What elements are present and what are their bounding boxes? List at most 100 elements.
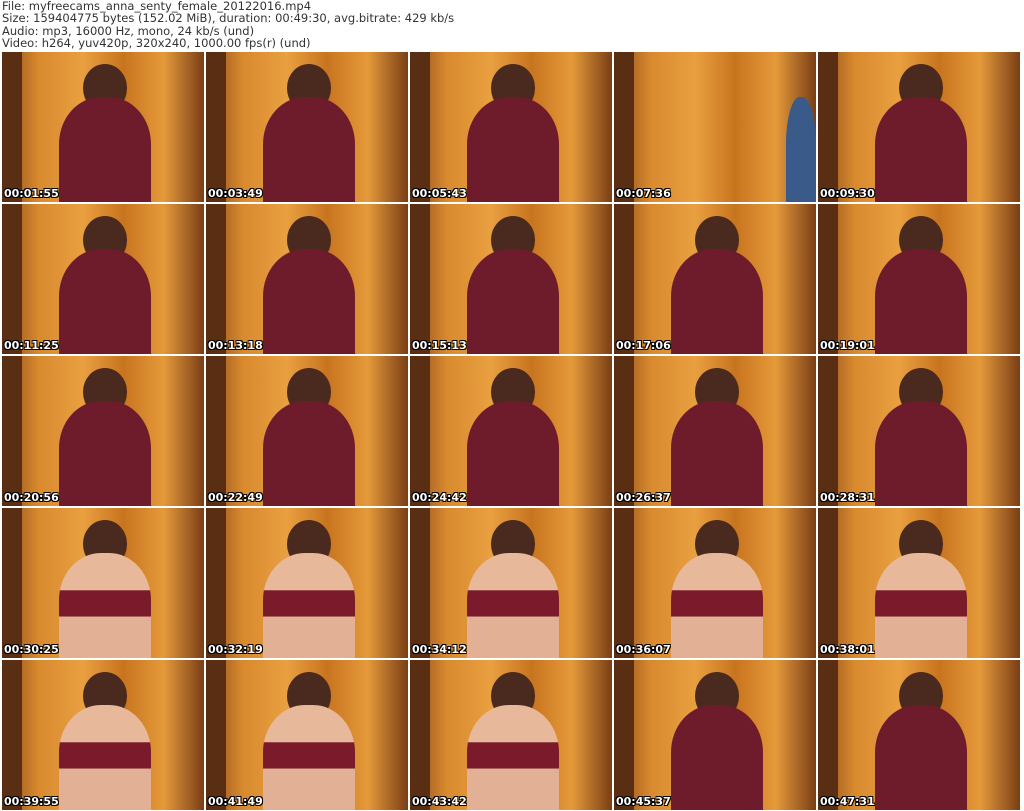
figure-shape — [874, 401, 968, 506]
timestamp: 00:30:25 — [4, 643, 59, 656]
shelf — [818, 204, 838, 354]
timestamp: 00:07:36 — [616, 187, 671, 200]
video-thumbnail[interactable]: 00:07:36 — [614, 52, 816, 202]
timestamp: 00:03:49 — [208, 187, 263, 200]
file-info: File: myfreecams_anna_senty_female_20122… — [2, 0, 454, 50]
figure-shape — [466, 553, 560, 658]
timestamp: 00:24:42 — [412, 491, 467, 504]
video-thumbnail[interactable]: 00:36:07 — [614, 508, 816, 658]
figure-shape — [670, 401, 764, 506]
video-thumbnail[interactable]: 00:47:31 — [818, 660, 1020, 810]
shelf — [614, 52, 634, 202]
shelf — [2, 52, 22, 202]
shelf — [206, 508, 226, 658]
figure-shape — [262, 705, 356, 810]
video-thumbnail[interactable]: 00:45:37 — [614, 660, 816, 810]
timestamp: 00:45:37 — [616, 795, 671, 808]
figure-shape — [874, 705, 968, 810]
video-thumbnail[interactable]: 00:34:12 — [410, 508, 612, 658]
figure-shape — [670, 705, 764, 810]
figure-shape — [58, 705, 152, 810]
figure-shape — [262, 97, 356, 202]
timestamp: 00:01:55 — [4, 187, 59, 200]
shelf — [410, 356, 430, 506]
figure-shape — [58, 401, 152, 506]
timestamp: 00:32:19 — [208, 643, 263, 656]
video-thumbnail[interactable]: 00:17:06 — [614, 204, 816, 354]
video-thumbnail[interactable]: 00:41:49 — [206, 660, 408, 810]
figure-shape — [466, 705, 560, 810]
timestamp: 00:47:31 — [820, 795, 875, 808]
timestamp: 00:11:25 — [4, 339, 59, 352]
timestamp: 00:41:49 — [208, 795, 263, 808]
video-thumbnail[interactable]: 00:20:56 — [2, 356, 204, 506]
timestamp: 00:19:01 — [820, 339, 875, 352]
video-thumbnail[interactable]: 00:28:31 — [818, 356, 1020, 506]
shelf — [206, 660, 226, 810]
figure-shape — [670, 249, 764, 354]
shelf — [2, 508, 22, 658]
video-thumbnail[interactable]: 00:13:18 — [206, 204, 408, 354]
shelf — [2, 660, 22, 810]
shelf — [410, 52, 430, 202]
video-thumbnail[interactable]: 00:11:25 — [2, 204, 204, 354]
shelf — [614, 356, 634, 506]
shelf — [614, 204, 634, 354]
video-thumbnail[interactable]: 00:39:55 — [2, 660, 204, 810]
figure-shape — [874, 249, 968, 354]
shelf — [614, 508, 634, 658]
figure-shape — [466, 401, 560, 506]
file-size: Size: 159404775 bytes (152.02 MiB), dura… — [2, 11, 455, 26]
timestamp: 00:39:55 — [4, 795, 59, 808]
figure-shape — [785, 97, 816, 202]
figure-shape — [874, 97, 968, 202]
timestamp: 00:17:06 — [616, 339, 671, 352]
video-info: Video: h264, yuv420p, 320x240, 1000.00 f… — [2, 36, 311, 51]
video-thumbnail[interactable]: 00:24:42 — [410, 356, 612, 506]
figure-shape — [874, 553, 968, 658]
shelf — [206, 52, 226, 202]
video-thumbnail[interactable]: 00:19:01 — [818, 204, 1020, 354]
shelf — [818, 660, 838, 810]
timestamp: 00:36:07 — [616, 643, 671, 656]
video-thumbnail[interactable]: 00:32:19 — [206, 508, 408, 658]
video-thumbnail[interactable]: 00:30:25 — [2, 508, 204, 658]
timestamp: 00:28:31 — [820, 491, 875, 504]
timestamp: 00:34:12 — [412, 643, 467, 656]
shelf — [818, 356, 838, 506]
timestamp: 00:26:37 — [616, 491, 671, 504]
figure-shape — [466, 249, 560, 354]
shelf — [206, 356, 226, 506]
video-thumbnail[interactable]: 00:43:42 — [410, 660, 612, 810]
figure-shape — [58, 553, 152, 658]
video-thumbnail[interactable]: 00:15:13 — [410, 204, 612, 354]
video-thumbnail[interactable]: 00:03:49 — [206, 52, 408, 202]
video-thumbnail[interactable]: 00:38:01 — [818, 508, 1020, 658]
timestamp: 00:22:49 — [208, 491, 263, 504]
video-thumbnail[interactable]: 00:01:55 — [2, 52, 204, 202]
video-thumbnail[interactable]: 00:05:43 — [410, 52, 612, 202]
figure-shape — [58, 97, 152, 202]
shelf — [206, 204, 226, 354]
figure-shape — [262, 249, 356, 354]
video-thumbnail[interactable]: 00:09:30 — [818, 52, 1020, 202]
timestamp: 00:38:01 — [820, 643, 875, 656]
timestamp: 00:20:56 — [4, 491, 59, 504]
figure-shape — [262, 401, 356, 506]
timestamp: 00:43:42 — [412, 795, 467, 808]
video-thumbnail[interactable]: 00:26:37 — [614, 356, 816, 506]
video-thumbnail[interactable]: 00:22:49 — [206, 356, 408, 506]
timestamp: 00:05:43 — [412, 187, 467, 200]
shelf — [410, 660, 430, 810]
shelf — [614, 660, 634, 810]
figure-shape — [58, 249, 152, 354]
timestamp: 00:09:30 — [820, 187, 875, 200]
shelf — [2, 204, 22, 354]
figure-shape — [262, 553, 356, 658]
shelf — [818, 508, 838, 658]
timestamp: 00:15:13 — [412, 339, 467, 352]
figure-shape — [466, 97, 560, 202]
shelf — [818, 52, 838, 202]
thumbnail-grid: 00:01:55 00:03:49 00:05:43 00:07:36 00:09:30… — [2, 52, 1020, 810]
shelf — [410, 508, 430, 658]
